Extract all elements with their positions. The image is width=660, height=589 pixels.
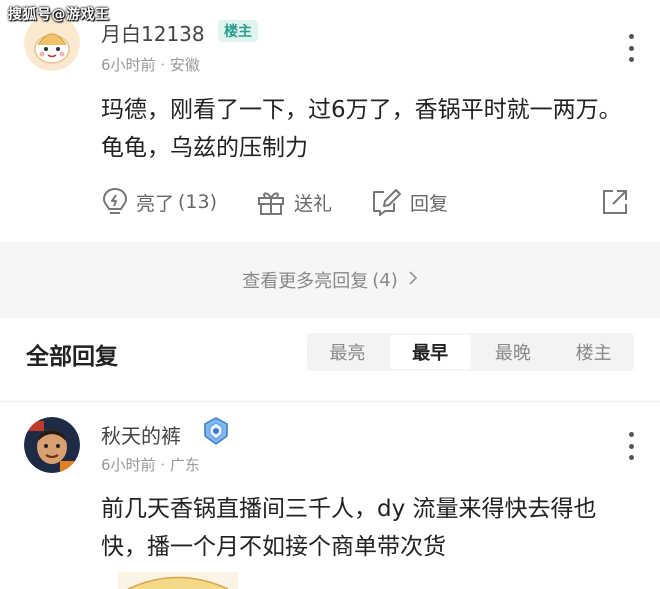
share-icon	[603, 190, 627, 214]
reply-edit-icon	[373, 189, 401, 216]
chevron-right-icon	[408, 270, 418, 290]
like-count: (13)	[178, 191, 218, 213]
more-replies-count: (4)	[372, 269, 398, 291]
sort-tab-earliest[interactable]: 最早	[389, 335, 471, 369]
owner-badge: 楼主	[218, 20, 258, 42]
comment-1-actions: 亮了 (13) 送礼 回复	[0, 182, 660, 222]
reply-label: 回复	[410, 192, 449, 215]
meta-separator: ·	[160, 56, 166, 74]
avatar-photo-icon	[24, 417, 80, 473]
more-vertical-icon[interactable]	[628, 34, 634, 62]
avatar[interactable]	[24, 417, 80, 473]
comment-1-time: 6小时前	[101, 56, 156, 74]
level-badge-icon	[201, 416, 231, 446]
like-button[interactable]: 亮了 (13)	[102, 182, 217, 222]
comment-1-text: 玛德，刚看了一下，过6万了，香锅平时就一两万。龟龟，乌兹的压制力	[101, 97, 622, 161]
like-label: 亮了	[136, 192, 175, 215]
more-vertical-icon[interactable]	[628, 432, 634, 460]
lightbulb-icon	[102, 187, 128, 214]
comment-2-location: 广东	[169, 456, 200, 474]
all-replies-title: 全部回复	[26, 344, 118, 370]
sort-tab-brightest[interactable]: 最亮	[307, 333, 388, 371]
sticker-image	[118, 572, 238, 589]
reply-button[interactable]: 回复	[370, 182, 448, 222]
comment-1-location: 安徽	[169, 56, 200, 74]
comment-1-username[interactable]: 月白12138	[101, 18, 205, 47]
comment-2-meta: 6小时前 · 广东	[101, 454, 200, 475]
gift-button[interactable]: 送礼	[256, 182, 332, 222]
comment-2-username[interactable]: 秋天的裤	[101, 420, 181, 449]
more-replies-label: 查看更多亮回复	[242, 271, 369, 292]
comment-1-meta: 6小时前 · 安徽	[101, 54, 200, 75]
sort-tab-latest[interactable]: 最晚	[473, 333, 554, 371]
gift-icon	[258, 192, 284, 215]
share-button[interactable]	[600, 182, 638, 222]
more-replies-button[interactable]: 查看更多亮回复 (4)	[0, 242, 660, 318]
comment-2-text: 前几天香锅直播间三千人，dy 流量来得快去得也快，播一个月不如接个商单带次货	[101, 496, 597, 560]
divider	[0, 401, 660, 402]
comment-2-time: 6小时前	[101, 456, 156, 474]
sort-tabs: 最亮 最早 最晚 楼主	[307, 333, 634, 371]
sort-tab-owner[interactable]: 楼主	[553, 333, 634, 371]
meta-separator: ·	[160, 456, 166, 474]
watermark: 搜狐号@游戏王	[8, 7, 110, 23]
gift-label: 送礼	[294, 192, 333, 215]
